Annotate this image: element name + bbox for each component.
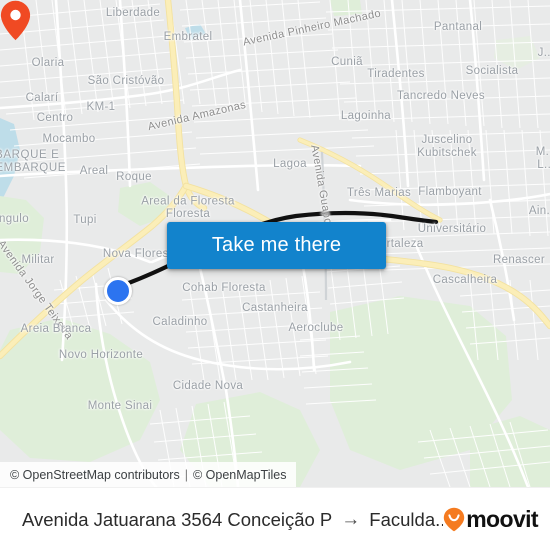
trip-origin-label: Avenida Jatuarana 3564 Conceição Por... bbox=[22, 508, 333, 530]
arrow-right-icon: → bbox=[341, 508, 361, 530]
map-canvas[interactable]: Avenida Pinheiro Machado Avenida Amazona… bbox=[0, 0, 550, 487]
attribution-separator: | bbox=[184, 467, 188, 482]
moovit-wordmark: moovit bbox=[466, 506, 538, 532]
trip-summary: Avenida Jatuarana 3564 Conceição Por... … bbox=[0, 509, 443, 531]
map-attribution-bar: © OpenStreetMap contributors | © OpenMap… bbox=[0, 462, 297, 487]
trip-destination-label: Faculda... bbox=[369, 508, 444, 530]
take-me-there-button[interactable]: Take me there bbox=[167, 222, 386, 269]
attribution-osm[interactable]: © OpenStreetMap contributors bbox=[10, 468, 180, 482]
destination-pin-icon[interactable] bbox=[0, 0, 31, 41]
moovit-pin-icon bbox=[444, 507, 465, 532]
attribution-openmaptiles[interactable]: © OpenMapTiles bbox=[193, 468, 287, 482]
moovit-brand[interactable]: moovit bbox=[443, 506, 550, 533]
origin-marker-dot[interactable] bbox=[104, 277, 132, 305]
trip-footer-bar: Avenida Jatuarana 3564 Conceição Por... … bbox=[0, 487, 550, 550]
moovit-map-page: Avenida Pinheiro Machado Avenida Amazona… bbox=[0, 0, 550, 550]
